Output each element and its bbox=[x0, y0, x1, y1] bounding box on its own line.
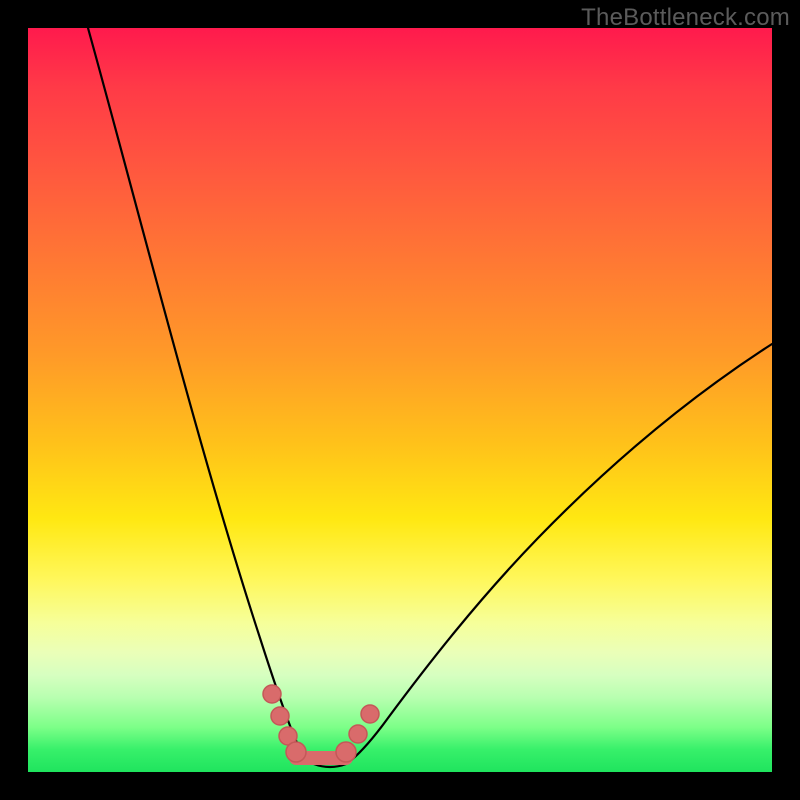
curve-right-branch bbox=[346, 344, 772, 764]
marker-dot bbox=[349, 725, 367, 743]
chart-stage: TheBottleneck.com bbox=[0, 0, 800, 800]
marker-dot bbox=[263, 685, 281, 703]
chart-overlay bbox=[28, 28, 772, 772]
marker-dot bbox=[271, 707, 289, 725]
marker-dot bbox=[286, 742, 306, 762]
marker-dot bbox=[361, 705, 379, 723]
watermark-text: TheBottleneck.com bbox=[581, 4, 790, 32]
curve-left-branch bbox=[88, 28, 314, 764]
marker-dot bbox=[336, 742, 356, 762]
